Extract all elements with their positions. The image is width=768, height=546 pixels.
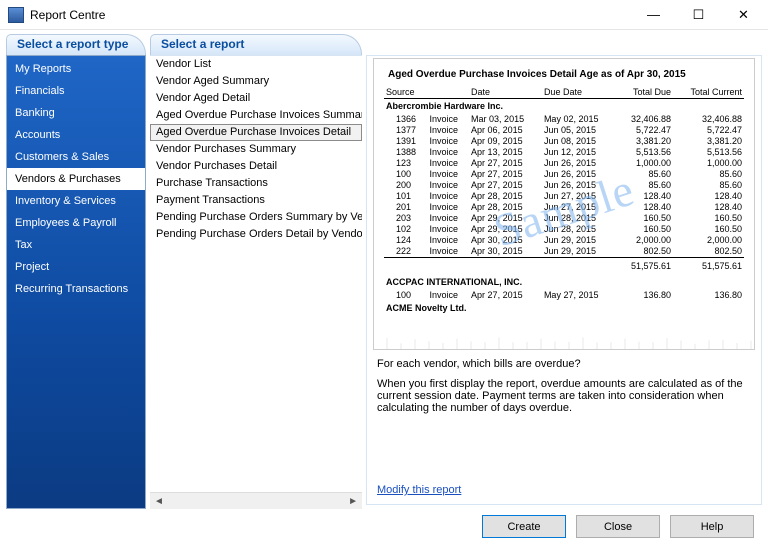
app-icon (8, 7, 24, 23)
torn-edge-decoration (374, 336, 754, 350)
report-type-item[interactable]: Project (7, 256, 145, 278)
report-type-item[interactable]: Vendors & Purchases (7, 168, 145, 190)
close-button[interactable]: Close (576, 515, 660, 538)
report-type-item[interactable]: Employees & Payroll (7, 212, 145, 234)
report-description: For each vendor, which bills are overdue… (371, 350, 757, 424)
report-type-list: My ReportsFinancialsBankingAccountsCusto… (6, 55, 146, 509)
report-type-item[interactable]: Financials (7, 80, 145, 102)
window-title: Report Centre (30, 8, 631, 22)
report-list-item[interactable]: Aged Overdue Purchase Invoices Detail (150, 124, 362, 141)
report-list-item[interactable]: Vendor Purchases Summary (150, 141, 362, 158)
scroll-right-icon[interactable]: ► (348, 496, 358, 507)
maximize-button[interactable]: ☐ (676, 1, 721, 29)
report-list-item[interactable]: Vendor Purchases Detail (150, 158, 362, 175)
report-list-item[interactable]: Purchase Transactions (150, 175, 362, 192)
report-type-header: Select a report type (6, 34, 146, 55)
report-type-item[interactable]: Tax (7, 234, 145, 256)
report-type-item[interactable]: My Reports (7, 58, 145, 80)
report-list: Vendor ListVendor Aged SummaryVendor Age… (150, 55, 362, 509)
report-type-item[interactable]: Inventory & Services (7, 190, 145, 212)
report-preview-image: Aged Overdue Purchase Invoices Detail Ag… (373, 58, 755, 350)
report-list-item[interactable]: Pending Purchase Orders Summary by Vendo… (150, 209, 362, 226)
report-list-item[interactable]: Payment Transactions (150, 192, 362, 209)
report-list-item[interactable]: Vendor List (150, 56, 362, 73)
report-type-item[interactable]: Accounts (7, 124, 145, 146)
report-list-item[interactable]: Vendor Aged Summary (150, 73, 362, 90)
horizontal-scrollbar[interactable]: ◄ ► (150, 492, 362, 509)
description-question: For each vendor, which bills are overdue… (377, 358, 751, 370)
preview-table: SourceDateDue DateTotal DueTotal Current… (384, 86, 744, 316)
report-type-item[interactable]: Customers & Sales (7, 146, 145, 168)
description-body: When you first display the report, overd… (377, 378, 751, 414)
modify-report-link[interactable]: Modify this report (377, 484, 461, 496)
create-button[interactable]: Create (482, 515, 566, 538)
report-list-item[interactable]: Vendor Aged Detail (150, 90, 362, 107)
minimize-button[interactable]: — (631, 1, 676, 29)
help-button[interactable]: Help (670, 515, 754, 538)
report-list-item[interactable]: Aged Overdue Purchase Invoices Summary (150, 107, 362, 124)
close-window-button[interactable]: ✕ (721, 1, 766, 29)
scroll-left-icon[interactable]: ◄ (154, 496, 164, 507)
title-bar: Report Centre — ☐ ✕ (0, 0, 768, 30)
report-list-header: Select a report (150, 34, 362, 55)
preview-pane: Aged Overdue Purchase Invoices Detail Ag… (366, 55, 762, 505)
report-list-item[interactable]: Pending Purchase Orders Detail by Vendor (150, 226, 362, 243)
button-bar: Create Close Help (482, 515, 754, 538)
report-type-item[interactable]: Recurring Transactions (7, 278, 145, 300)
report-type-item[interactable]: Banking (7, 102, 145, 124)
preview-title: Aged Overdue Purchase Invoices Detail Ag… (374, 59, 754, 86)
